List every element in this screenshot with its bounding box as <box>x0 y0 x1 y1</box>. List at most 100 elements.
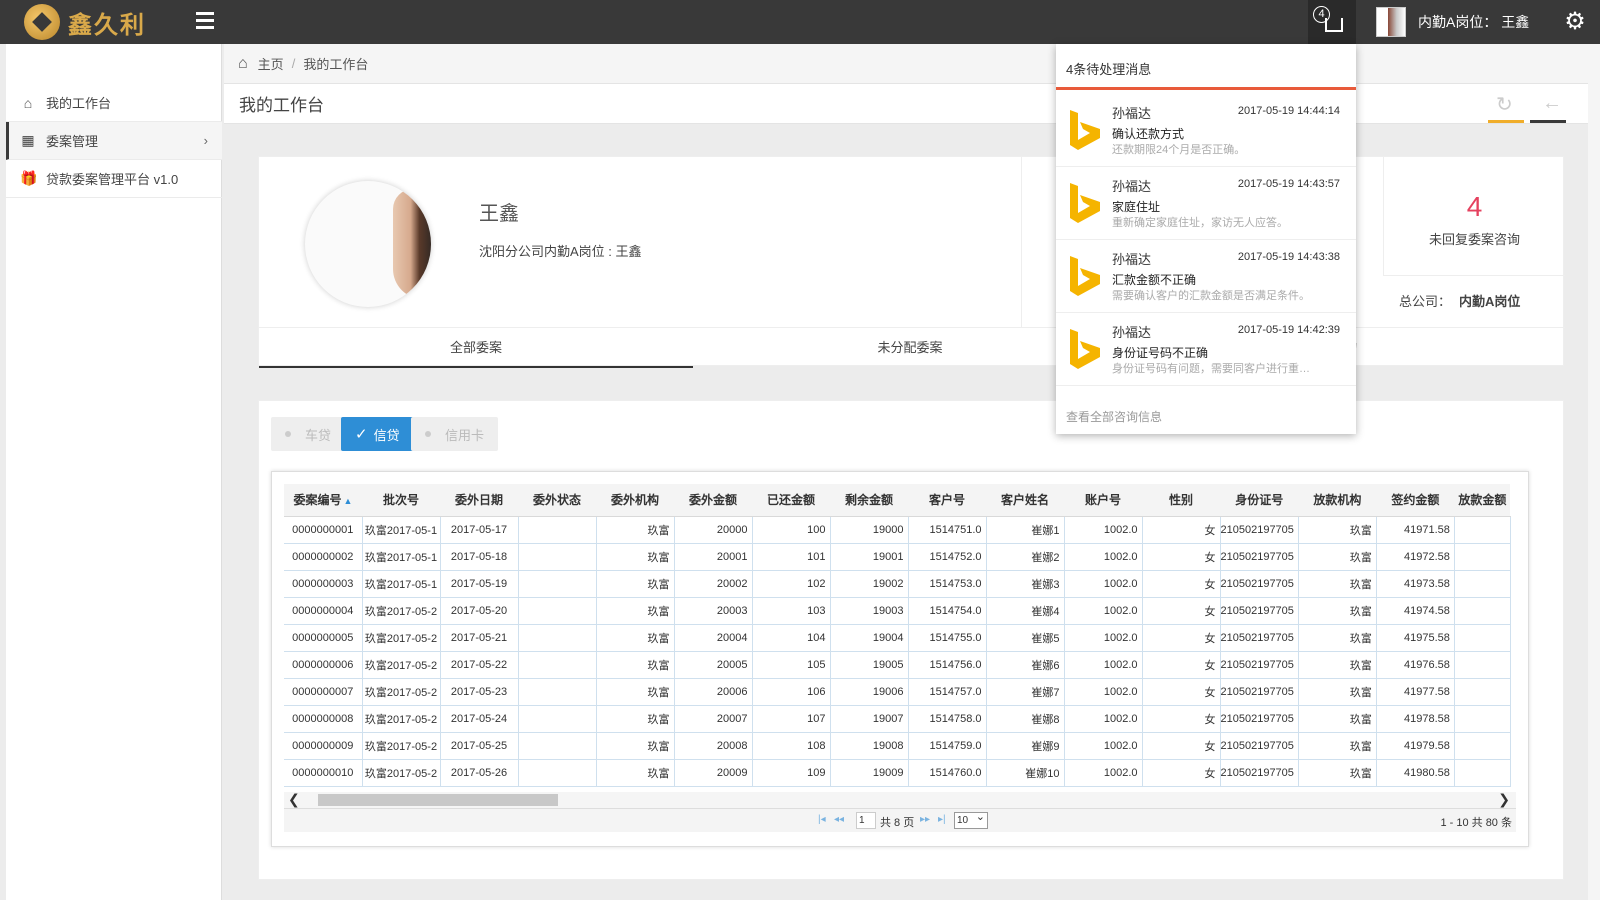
column-header[interactable]: 剩余金额 <box>830 484 908 517</box>
column-header-label: 账户号 <box>1084 493 1121 508</box>
horizontal-scrollbar[interactable]: ❮ ❯ <box>284 791 1516 808</box>
back-arrow-icon[interactable]: ← <box>1542 92 1562 115</box>
table-cell <box>518 570 597 598</box>
table-cell: 19007 <box>830 705 909 733</box>
notification-item[interactable]: 孙福达 2017-05-19 14:43:57 家庭住址 重新确定家庭住址，家访无人应… <box>1056 167 1356 240</box>
view-all-consults-link[interactable]: 查看全部咨询信息 <box>1066 408 1162 425</box>
tab-all-cases[interactable]: 全部委案 <box>259 328 693 368</box>
table-cell: 100 <box>752 516 831 544</box>
scroll-right-icon[interactable]: ❯ <box>1498 791 1510 808</box>
column-header-label: 签约金额 <box>1391 493 1440 508</box>
column-header[interactable]: 委外金额 <box>674 484 752 517</box>
first-page-icon[interactable]: |◂ <box>818 814 826 825</box>
table-cell: 20008 <box>674 732 753 760</box>
notification-item[interactable]: 孙福达 2017-05-19 14:43:38 汇款金额不正确 需要确认客户的汇款金额… <box>1056 240 1356 313</box>
table-row[interactable]: 0000000003 玖富2017-05-1 2017-05-19 玖富 20002 10… <box>284 570 1511 598</box>
column-header[interactable]: 已还金额 <box>752 484 830 517</box>
sidebar-item-label: 贷款委案管理平台 v1.0 <box>46 172 179 187</box>
table-cell <box>1454 624 1511 652</box>
column-header[interactable]: 委案编号 ▲ <box>284 484 362 517</box>
table-cell: 1514755.0 <box>908 624 987 652</box>
table-cell: 玖富 <box>596 516 675 544</box>
sidebar-item-label: 委案管理 <box>46 134 99 149</box>
table-row[interactable]: 0000000002 玖富2017-05-1 2017-05-18 玖富 20001 10… <box>284 543 1511 571</box>
refresh-icon[interactable]: ↻ <box>1496 92 1513 117</box>
notification-sender: 孙福达 <box>1112 325 1152 340</box>
table-row[interactable]: 0000000006 玖富2017-05-2 2017-05-22 玖富 20005 10… <box>284 651 1511 679</box>
table-cell: 20006 <box>674 678 753 706</box>
table-cell: 20003 <box>674 597 753 625</box>
menu-toggle-icon[interactable] <box>196 12 214 32</box>
column-header[interactable]: 性别 <box>1142 484 1220 517</box>
table-cell: 210502197705 <box>1220 651 1299 679</box>
table-cell: 2017-05-22 <box>440 651 519 679</box>
brand-name: 鑫久利 <box>68 9 146 39</box>
table-cell: 崔娜5 <box>986 624 1065 652</box>
user-menu[interactable]: 内勤A岗位： 王鑫 <box>1376 6 1529 38</box>
table-row[interactable]: 0000000007 玖富2017-05-2 2017-05-23 玖富 20006 10… <box>284 678 1511 706</box>
notification-item[interactable]: 孙福达 2017-05-19 14:44:14 确认还款方式 还款期限24个月是否正确… <box>1056 94 1356 167</box>
column-header[interactable]: 批次号 <box>362 484 440 517</box>
column-header[interactable]: 委外日期 <box>440 484 518 517</box>
table-cell: 玖富 <box>596 678 675 706</box>
table-cell: 1514760.0 <box>908 759 987 787</box>
column-header[interactable]: 委外机构 <box>596 484 674 517</box>
table-cell: 2017-05-18 <box>440 543 519 571</box>
table-cell: 2017-05-25 <box>440 732 519 760</box>
column-header[interactable]: 放款金额 <box>1454 484 1511 517</box>
table-cell: 210502197705 <box>1220 624 1299 652</box>
table-row[interactable]: 0000000005 玖富2017-05-2 2017-05-21 玖富 20004 10… <box>284 624 1511 652</box>
sidebar-item-workbench[interactable]: ⌂ 我的工作台 <box>6 84 222 122</box>
breadcrumb-current: 我的工作台 <box>303 57 369 72</box>
table-cell: 0000000001 <box>284 516 363 544</box>
table-cell: 2017-05-20 <box>440 597 519 625</box>
stat-unanswered-consults[interactable]: 4 未回复委案咨询 <box>1383 157 1565 275</box>
column-header-label: 性别 <box>1168 493 1193 508</box>
table-cell: 0000000003 <box>284 570 363 598</box>
table-cell: 1002.0 <box>1064 597 1143 625</box>
notification-sender: 孙福达 <box>1112 106 1152 121</box>
table-row[interactable]: 0000000004 玖富2017-05-2 2017-05-20 玖富 20003 10… <box>284 597 1511 625</box>
column-header[interactable]: 身份证号 <box>1220 484 1299 517</box>
filter-credit-card[interactable]: 信用卡 <box>411 417 499 451</box>
column-header[interactable]: 客户号 <box>908 484 986 517</box>
breadcrumb-home[interactable]: 主页 <box>258 54 284 73</box>
vertical-scrollbar[interactable] <box>1588 44 1600 900</box>
table-cell: 19009 <box>830 759 909 787</box>
home-icon: ⌂ <box>23 94 33 111</box>
filter-car-loan[interactable]: 车贷 <box>271 417 346 451</box>
table-cell: 崔娜7 <box>986 678 1065 706</box>
logo-mark-icon <box>24 4 60 40</box>
table-row[interactable]: 0000000010 玖富2017-05-2 2017-05-26 玖富 20009 10… <box>284 759 1511 787</box>
sidebar-item-loan-platform[interactable]: 🎁 贷款委案管理平台 v1.0 <box>6 160 222 198</box>
next-page-icon[interactable]: ▸▸ <box>920 814 930 825</box>
table-row[interactable]: 0000000009 玖富2017-05-2 2017-05-25 玖富 20008 10… <box>284 732 1511 760</box>
table-cell: 1002.0 <box>1064 705 1143 733</box>
column-header[interactable]: 委外状态 <box>518 484 596 517</box>
table-cell: 210502197705 <box>1220 759 1299 787</box>
table-cell: 107 <box>752 705 831 733</box>
page-size-select[interactable]: 10 <box>954 810 988 829</box>
gear-icon[interactable]: ⚙ <box>1562 9 1588 35</box>
messages-button[interactable]: 4 <box>1308 0 1356 44</box>
scrollbar-thumb[interactable] <box>318 794 558 806</box>
table-row[interactable]: 0000000001 玖富2017-05-1 2017-05-17 玖富 20000 10… <box>284 516 1511 544</box>
column-header[interactable]: 签约金额 <box>1376 484 1455 517</box>
table-cell: 0000000005 <box>284 624 363 652</box>
filter-credit-loan[interactable]: ✓ 信贷 <box>341 417 414 451</box>
table-cell: 20002 <box>674 570 753 598</box>
page-number-input[interactable]: 1 <box>856 812 876 829</box>
last-page-icon[interactable]: ▸| <box>938 814 946 825</box>
scroll-left-icon[interactable]: ❮ <box>288 791 300 808</box>
brand-logo[interactable]: 鑫久利 <box>24 4 146 40</box>
column-header[interactable]: 放款机构 <box>1298 484 1377 517</box>
table-cell: 玖富 <box>1298 651 1377 679</box>
prev-page-icon[interactable]: ◂◂ <box>834 814 844 825</box>
table-row[interactable]: 0000000008 玖富2017-05-2 2017-05-24 玖富 20007 10… <box>284 705 1511 733</box>
column-header[interactable]: 账户号 <box>1064 484 1142 517</box>
notification-item[interactable]: 孙福达 2017-05-19 14:42:39 身份证号码不正确 身份证号码有问题，需… <box>1056 313 1356 386</box>
user-label: 内勤A岗位： 王鑫 <box>1418 14 1530 30</box>
sidebar-item-case-management[interactable]: ▦ 委案管理 › <box>6 122 222 160</box>
column-header[interactable]: 客户姓名 <box>986 484 1064 517</box>
profile-card: 王鑫 沈阳分公司内勤A岗位 : 王鑫 4 未回复委案咨询 总公司： 内勤A岗位 全… <box>258 156 1565 368</box>
